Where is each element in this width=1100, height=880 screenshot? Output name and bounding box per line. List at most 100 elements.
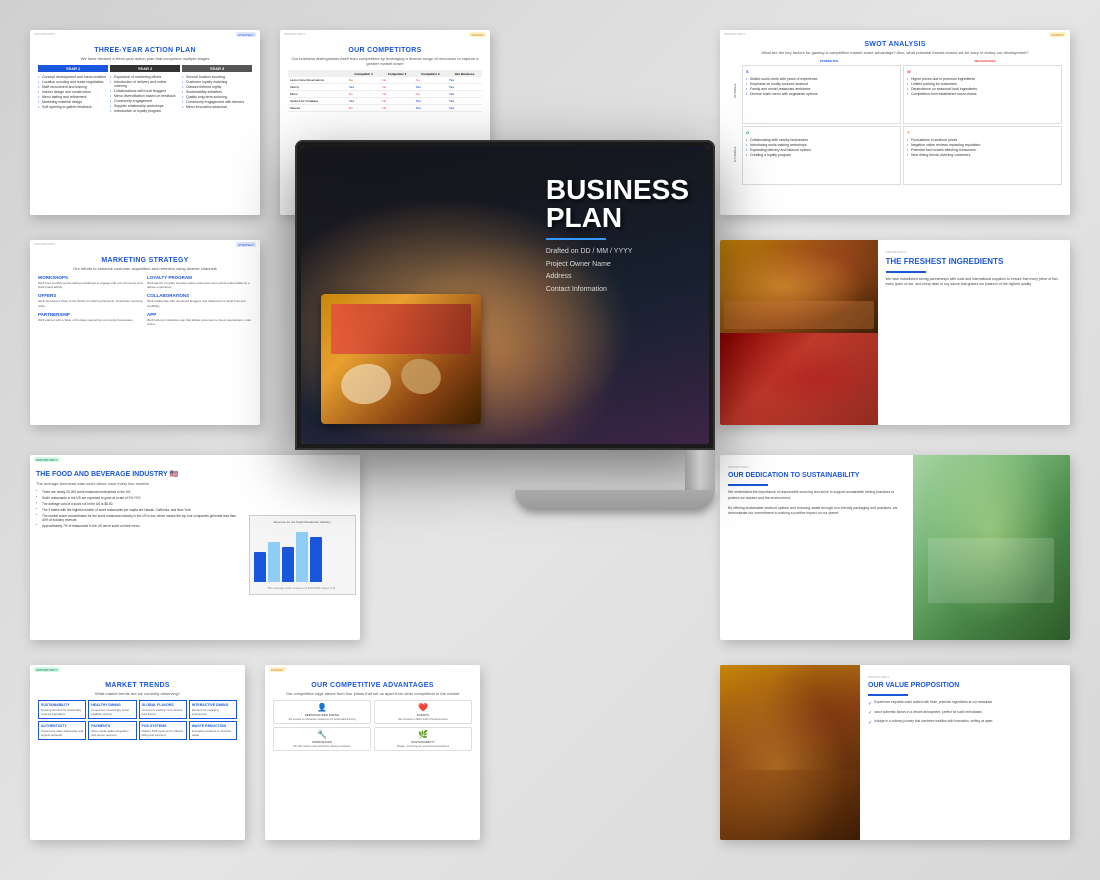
freshest-content: OPPORTUNITY THE FRESHEST INGREDIENTS We … — [878, 240, 1071, 425]
adv-icon-leaf: 🌿 — [377, 730, 469, 739]
internal-label: INTERNAL — [733, 83, 737, 98]
swot-grid-container: STRENGTHS WEAKNESSES S Skilled sushi che… — [742, 59, 1062, 185]
swot-row-labels: INTERNAL EXTERNAL — [728, 59, 742, 185]
sust-divider — [728, 484, 768, 486]
adv-label-events: EVENTS — [377, 713, 469, 717]
competitors-labels: OPPORTUNITY MARKET — [280, 30, 490, 37]
freshest-title: THE FRESHEST INGREDIENTS — [886, 257, 1063, 267]
slide-competitive-adv: MARKET OUR COMPETITIVE ADVANTAGES Our co… — [265, 665, 480, 840]
swot-main: INTERNAL EXTERNAL STRENGTHS WEAKNESSES — [728, 59, 1062, 185]
table-row: Sauces No No Yes Yes — [288, 105, 482, 112]
marketing-labels: OPPORTUNITY STRATEGY — [30, 240, 260, 247]
screen-text-overlay: BUSINESS PLAN Drafted on DD / MM / YYYY … — [546, 176, 689, 296]
year2-col: YEAR 2 Expansion of marketing efforts In… — [110, 65, 180, 113]
swot-quadrants: S Skilled sushi chefs with years of expe… — [742, 65, 1062, 185]
slide-swot: OPPORTUNITY MARKET SWOT ANALYSIS What ar… — [720, 30, 1070, 215]
sust-text2: By offering sustainable seafood options … — [728, 506, 905, 517]
competitors-table: Competitor 1 Competitor 2 Competitor 3 O… — [288, 70, 482, 112]
mkt-item-collabs: COLLABORATIONS We'll collaborate with re… — [147, 293, 252, 307]
vp-title: OUR VALUE PROPOSITION — [868, 682, 1062, 690]
bp-title-1: BUSINESS — [546, 176, 689, 204]
vp-content: OPPORTUNITY OUR VALUE PROPOSITION ✓ Expe… — [860, 665, 1070, 840]
trend-sustainability: SUSTAINABILITY Growing demand for sustai… — [38, 700, 86, 719]
year3-col: YEAR 3 Second location scouting Customer… — [182, 65, 252, 113]
screen-image: BUSINESS PLAN Drafted on DD / MM / YYYY … — [301, 146, 709, 444]
action-plan-title: THREE-YEAR ACTION PLAN — [38, 47, 252, 54]
col-feature — [288, 70, 347, 77]
marketing-content: MARKETING STRATEGY Our efforts to enhanc… — [30, 247, 260, 332]
vp-item-3: ✓ Indulge in a culinary journey that com… — [868, 719, 1062, 726]
slide-sustainability: OPPORTUNITY OUR DEDICATION TO SUSTAINABI… — [720, 455, 1070, 640]
adv-subtitle: Our competitive edge stems from four pil… — [273, 691, 472, 696]
adv-title: OUR COMPETITIVE ADVANTAGES — [273, 682, 472, 689]
adv-events: ❤️ EVENTS We introduce a Table Sushi Che… — [374, 700, 472, 724]
action-plan-subtitle: We have devised a three-year action plan… — [38, 56, 252, 61]
vp-divider — [868, 694, 908, 696]
monitor-neck — [685, 450, 715, 490]
col-c2: Competitor 2 — [380, 70, 413, 77]
vp-item-1: ✓ Experience exquisite sushi crafted wit… — [868, 700, 1062, 707]
competitors-title: OUR COMPETITORS — [288, 47, 482, 54]
adv-sustainability: 🌿 SUSTAINABILITY Pledge - improving our … — [374, 727, 472, 751]
competitors-content: OUR COMPETITORS Our business distinguish… — [280, 37, 490, 118]
sust-layout: OPPORTUNITY OUR DEDICATION TO SUSTAINABI… — [720, 455, 1070, 640]
competitors-subtitle: Our business distinguishes itself from c… — [288, 56, 482, 66]
bp-contact: Contact Information — [546, 284, 689, 297]
table-row: Options for Omakase Yes No Yes Yes — [288, 98, 482, 105]
adv-label-workshops: WORKSHOPS — [276, 740, 368, 744]
mkt-item-loyalty: LOYALTY PROGRAM We'll launch a loyalty p… — [147, 275, 252, 289]
marketing-title: MARKETING STRATEGY — [38, 257, 252, 264]
trend-global: GLOBAL FLAVORS Customers seeking more di… — [139, 700, 187, 719]
sushi-salmon — [331, 304, 471, 354]
action-plan-content: THREE-YEAR ACTION PLAN We have devised a… — [30, 37, 260, 119]
fb-subtitle: The average American eats sushi about on… — [36, 481, 239, 486]
freshest-divider — [886, 271, 926, 273]
swot-left-label: OPPORTUNITY — [724, 32, 746, 37]
bp-title-2: PLAN — [546, 204, 689, 232]
mkt-left: OPPORTUNITY — [34, 242, 56, 247]
slide-value-prop: OPPORTUNITY OUR VALUE PROPOSITION ✓ Expe… — [720, 665, 1070, 840]
check-icon-3: ✓ — [868, 720, 872, 726]
bp-divider — [546, 238, 606, 240]
sust-title: OUR DEDICATION TO SUSTAINABILITY — [728, 472, 905, 480]
adv-grid: 👤 PERSONALIZED DINING We provide an inte… — [273, 700, 472, 751]
slide-market-trends: OPPORTUNITY MARKET TRENDS What market tr… — [30, 665, 245, 840]
main-container: OPPORTUNITY STRATEGY THREE-YEAR ACTION P… — [0, 0, 1100, 880]
comp-left-label: OPPORTUNITY — [284, 32, 306, 37]
trend-payments: PAYMENTS More mobile wallet integration … — [88, 721, 136, 740]
freshest-photo-bottom — [720, 333, 878, 426]
bar-1 — [254, 552, 266, 582]
col-us: Our Business — [447, 70, 482, 77]
freshest-photo-top — [720, 240, 878, 333]
mkt-item-app: APP We'll build an interactive app that … — [147, 312, 252, 326]
sushi-platter — [321, 294, 481, 424]
trends-subtitle: What market trends are we currently obse… — [38, 691, 237, 696]
table-row: Variety Yes No Yes Yes — [288, 84, 482, 91]
bp-project: Project Owner Name — [546, 259, 689, 272]
sust-content: OPPORTUNITY OUR DEDICATION TO SUSTAINABI… — [720, 455, 913, 640]
swot-opportunities: O Collaborating with nearby businesses I… — [742, 126, 901, 185]
monitor-container: BUSINESS PLAN Drafted on DD / MM / YYYY … — [280, 140, 730, 640]
swot-col-labels: STRENGTHS WEAKNESSES — [742, 59, 1062, 63]
sust-photo — [913, 455, 1071, 640]
year1-col: YEAR 1 Concept development and menu crea… — [38, 65, 108, 113]
adv-icon-heart: ❤️ — [377, 703, 469, 712]
trend-authenticity: AUTHENTICITY Consumers value authenticit… — [38, 721, 86, 740]
col-c3: Competitor 3 — [414, 70, 447, 77]
swot-badge: MARKET — [1049, 32, 1066, 37]
slide-marketing: OPPORTUNITY STRATEGY MARKETING STRATEGY … — [30, 240, 260, 425]
bp-address: Address — [546, 271, 689, 284]
adv-workshops: 🔧 WORKSHOPS We offer various chef worksh… — [273, 727, 371, 751]
label-opportunity: OPPORTUNITY — [34, 32, 56, 37]
external-label: EXTERNAL — [733, 146, 737, 162]
trends-content: MARKET TRENDS What market trends are we … — [30, 672, 245, 746]
screen-content: BUSINESS PLAN Drafted on DD / MM / YYYY … — [301, 146, 709, 444]
mkt-item-offers: OFFERS We'll introduce a Taste of the Wo… — [38, 293, 143, 307]
vp-text-3: Indulge in a culinary journey that combi… — [874, 719, 993, 724]
vp-photo — [720, 665, 860, 840]
trends-labels: OPPORTUNITY — [30, 665, 245, 672]
slides-grid: OPPORTUNITY STRATEGY THREE-YEAR ACTION P… — [0, 0, 1100, 880]
swot-labels: OPPORTUNITY MARKET — [720, 30, 1070, 37]
monitor-base — [515, 490, 715, 510]
fb-title: THE FOOD AND BEVERAGE INDUSTRY 🇺🇸 — [36, 470, 239, 478]
